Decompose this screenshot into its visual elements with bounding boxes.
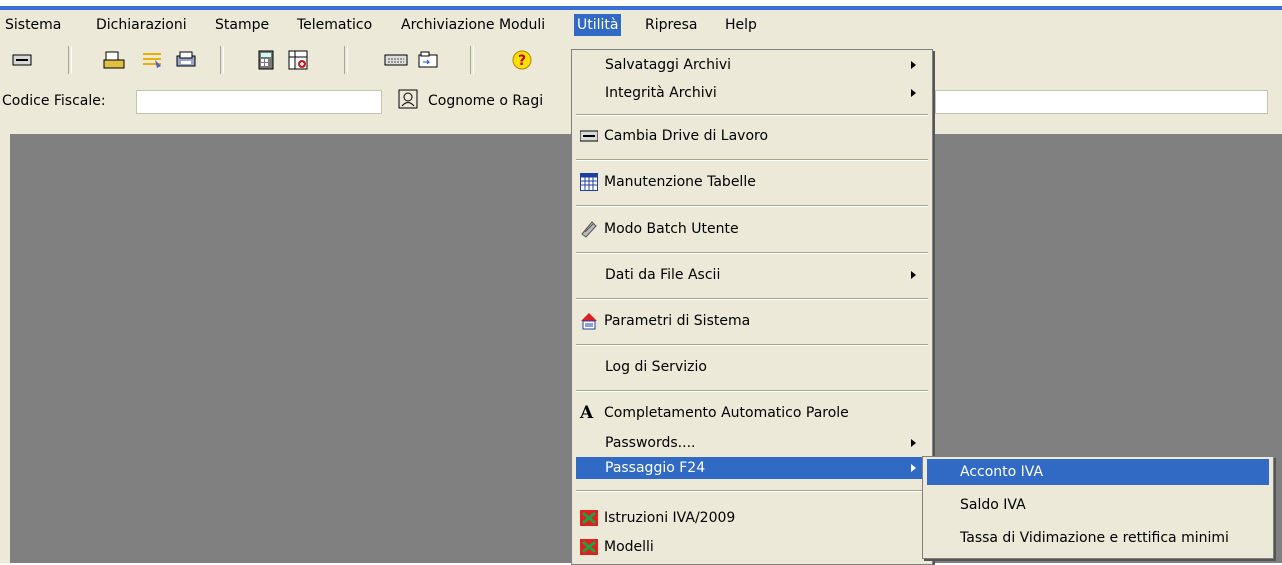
keyboard-icon[interactable] <box>384 48 408 72</box>
menu-item-passwords[interactable]: Passwords.... <box>576 432 928 454</box>
search-person-icon[interactable] <box>397 88 419 114</box>
submenu-item-acconto-iva[interactable]: Acconto IVA <box>927 459 1269 485</box>
menu-item-integrita-archivi[interactable]: Integrità Archivi <box>576 82 928 104</box>
submenu-item-saldo-iva[interactable]: Saldo IVA <box>927 492 1269 518</box>
codice-fiscale-label: Codice Fiscale: <box>2 93 106 109</box>
menu-item-log-servizio[interactable]: Log di Servizio <box>576 356 928 378</box>
print-icon[interactable] <box>102 48 126 72</box>
menu-separator <box>576 390 928 392</box>
letter-a-icon: A <box>580 403 594 423</box>
grid-plus-icon[interactable] <box>286 48 310 72</box>
submenu-arrow-icon <box>911 464 916 472</box>
utilita-dropdown-menu: Salvataggi Archivi Integrità Archivi Cam… <box>571 49 933 565</box>
menu-sistema[interactable]: Sistema <box>2 14 64 36</box>
menu-item-salvataggi-archivi[interactable]: Salvataggi Archivi <box>576 54 928 76</box>
submenu-arrow-icon <box>911 89 916 97</box>
house-settings-icon <box>580 312 598 330</box>
menu-item-manutenzione-tabelle[interactable]: Manutenzione Tabelle <box>576 171 928 193</box>
menu-help[interactable]: Help <box>722 14 760 36</box>
menu-telematico[interactable]: Telematico <box>294 14 375 36</box>
menu-ripresa[interactable]: Ripresa <box>642 14 700 36</box>
passaggio-f24-submenu: Acconto IVA Saldo IVA Tassa di Vidimazio… <box>922 456 1274 559</box>
submenu-item-tassa-vidimazione[interactable]: Tassa di Vidimazione e rettifica minimi <box>927 525 1269 551</box>
cognome-label: Cognome o Ragi <box>428 93 544 109</box>
drive-icon[interactable] <box>10 48 34 72</box>
folder-icon[interactable] <box>416 48 440 72</box>
printer-setup-icon[interactable] <box>174 48 198 72</box>
menu-item-istruzioni-iva[interactable]: Istruzioni IVA/2009 <box>576 507 928 529</box>
menu-utilita[interactable]: Utilità <box>574 14 622 36</box>
menu-item-dati-file-ascii[interactable]: Dati da File Ascii <box>576 264 928 286</box>
workspace-frame-left <box>0 124 10 563</box>
codice-fiscale-input[interactable] <box>136 90 382 114</box>
menu-item-modo-batch[interactable]: Modo Batch Utente <box>576 218 928 240</box>
menu-item-passaggio-f24[interactable]: Passaggio F24 <box>576 457 928 479</box>
drive-icon <box>579 127 599 145</box>
menu-item-parametri-sistema[interactable]: Parametri di Sistema <box>576 310 928 332</box>
submenu-arrow-icon <box>911 61 916 69</box>
menubar: Sistema Dichiarazioni Stampe Telematico … <box>0 10 1282 40</box>
menu-separator <box>576 490 928 492</box>
batch-icon <box>580 220 598 238</box>
menu-stampe[interactable]: Stampe <box>212 14 272 36</box>
calculator-icon[interactable] <box>254 48 278 72</box>
menu-separator <box>576 344 928 346</box>
document-red-icon <box>580 538 598 556</box>
document-red-icon <box>580 509 598 527</box>
menu-separator <box>576 252 928 254</box>
menu-item-cambia-drive[interactable]: Cambia Drive di Lavoro <box>576 125 928 147</box>
menu-separator <box>576 205 928 207</box>
window-top-border <box>0 0 1282 10</box>
menu-separator <box>576 159 928 161</box>
menu-dichiarazioni[interactable]: Dichiarazioni <box>93 14 190 36</box>
menu-item-modelli[interactable]: Modelli <box>576 536 928 558</box>
submenu-arrow-icon <box>911 439 916 447</box>
table-icon <box>580 173 598 191</box>
notes-icon[interactable] <box>140 48 164 72</box>
toolbar-separator <box>344 46 348 74</box>
menu-separator <box>576 114 928 116</box>
menu-separator <box>576 298 928 300</box>
submenu-arrow-icon <box>911 271 916 279</box>
toolbar-separator <box>220 46 224 74</box>
menu-archiviazione-moduli[interactable]: Archiviazione Moduli <box>398 14 548 36</box>
toolbar-separator <box>470 46 474 74</box>
cognome-input[interactable] <box>935 90 1268 114</box>
help-icon[interactable]: ? <box>510 48 534 72</box>
menu-item-completamento-automatico[interactable]: A Completamento Automatico Parole <box>576 402 928 424</box>
svg-text:?: ? <box>518 53 526 69</box>
toolbar-separator <box>68 46 72 74</box>
